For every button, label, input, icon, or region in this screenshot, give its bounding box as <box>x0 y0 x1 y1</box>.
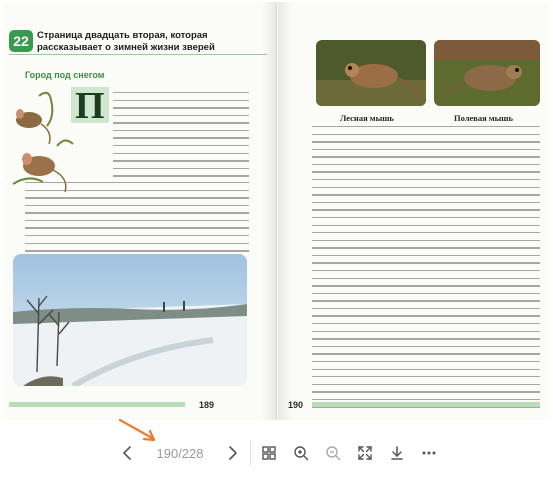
footer-stripe <box>9 402 185 407</box>
thumbnail-grid-button[interactable] <box>253 436 285 470</box>
drop-cap: П <box>75 85 105 127</box>
caption-field-mouse: Полевая мышь <box>454 113 513 123</box>
header-divider <box>9 54 267 55</box>
toolbar-divider <box>250 440 251 466</box>
book-spread: 22 Страница двадцать вторая, которая рас… <box>3 2 549 420</box>
document-viewer[interactable]: 22 Страница двадцать вторая, которая рас… <box>0 0 553 430</box>
lesson-title: Страница двадцать вторая, которая расска… <box>37 30 215 53</box>
left-page: 22 Страница двадцать вторая, которая рас… <box>3 2 277 420</box>
next-page-button[interactable] <box>216 436 248 470</box>
zoom-in-icon <box>294 446 309 461</box>
text-block-body <box>25 182 249 258</box>
prev-page-button[interactable] <box>112 436 144 470</box>
page-number-left: 189 <box>199 400 215 410</box>
more-icon <box>422 451 436 455</box>
text-block-top <box>113 92 249 183</box>
wood-mouse-photo <box>316 40 426 106</box>
zoom-out-button[interactable] <box>317 436 349 470</box>
zoom-out-icon <box>326 446 341 461</box>
lesson-number-badge: 22 <box>9 30 33 52</box>
fullscreen-icon <box>358 446 372 460</box>
footer-stripe <box>312 402 540 407</box>
fullscreen-button[interactable] <box>349 436 381 470</box>
download-button[interactable] <box>381 436 413 470</box>
grid-icon <box>262 446 276 460</box>
more-options-button[interactable] <box>413 436 445 470</box>
section-heading: Город под снегом <box>25 70 105 80</box>
caption-wood-mouse: Лесная мышь <box>340 113 394 123</box>
chevron-left-icon <box>123 446 131 460</box>
field-mouse-photo <box>434 40 540 106</box>
zoom-in-button[interactable] <box>285 436 317 470</box>
download-icon <box>391 446 403 460</box>
gutter-shadow <box>262 2 276 420</box>
page-indicator[interactable]: 190/228 <box>144 436 216 470</box>
mice-illustration <box>12 91 74 193</box>
right-page: Лесная мышь Полевая мышь 190 <box>278 2 549 420</box>
winter-landscape-photo <box>13 254 247 386</box>
chevron-right-icon <box>229 446 237 460</box>
viewer-toolbar: 190/228 <box>112 436 446 470</box>
text-block-right <box>312 126 540 414</box>
gutter-shadow <box>278 2 292 420</box>
